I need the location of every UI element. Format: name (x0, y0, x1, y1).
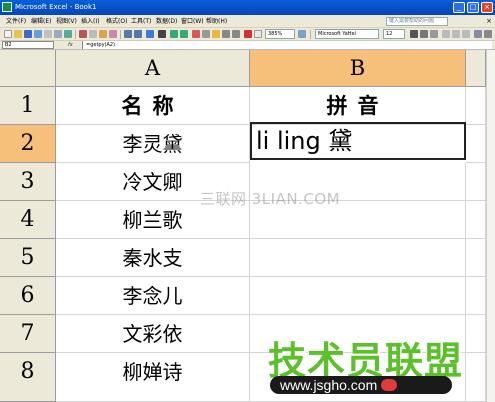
underline-icon[interactable] (430, 30, 438, 38)
row-header-2[interactable]: 2 (0, 125, 56, 163)
cut-icon[interactable] (79, 30, 87, 38)
paste-icon[interactable] (99, 30, 107, 38)
align-right-icon[interactable] (462, 30, 470, 38)
open-icon[interactable] (14, 30, 22, 38)
help-icon[interactable] (298, 30, 306, 38)
row-header-7[interactable]: 7 (0, 315, 56, 353)
menu-window[interactable]: 窗口(W) (181, 17, 204, 26)
spelling-icon[interactable] (64, 30, 72, 38)
title-bar: Microsoft Excel - Book1 _ □ × (0, 0, 495, 15)
cell-c1[interactable] (466, 87, 486, 125)
row-header-1[interactable]: 1 (0, 87, 56, 125)
vertical-scrollbar[interactable] (486, 50, 495, 402)
row-header-5[interactable]: 5 (0, 239, 56, 277)
research-icon[interactable] (212, 30, 220, 38)
watermark-3lian: 三联网 3LIAN.COM (200, 190, 341, 208)
cell-a8[interactable]: 柳婵诗 (56, 353, 250, 402)
insert-function-icon[interactable]: fx (68, 41, 73, 49)
hyperlink-icon[interactable] (146, 30, 154, 38)
undo-icon[interactable] (124, 30, 132, 38)
cell-b1[interactable]: 拼音 (250, 87, 466, 125)
bold-icon[interactable] (410, 30, 418, 38)
toolbar-separator (75, 30, 76, 39)
sort-ascending-icon[interactable] (170, 30, 178, 38)
chart-wizard-icon[interactable] (192, 30, 200, 38)
cell-b6[interactable] (250, 277, 466, 315)
column-header-c[interactable] (466, 50, 486, 87)
menu-format[interactable]: 格式(O) (106, 17, 127, 26)
window-title: Microsoft Excel - Book1 (15, 3, 97, 11)
align-left-icon[interactable] (442, 30, 450, 38)
font-size-select[interactable]: 12 (383, 29, 405, 39)
more-options-icon[interactable] (484, 30, 492, 38)
record-icon[interactable] (244, 30, 252, 38)
formula-bar: B2 fx =getpy(A2) (0, 41, 495, 50)
row-header-6[interactable]: 6 (0, 277, 56, 315)
save-icon[interactable] (24, 30, 32, 38)
watermark-url-text: www.jsgho.com (280, 377, 378, 393)
toolbar-separator (120, 30, 121, 39)
cell-a5[interactable]: 秦水支 (56, 239, 250, 277)
drawing-icon[interactable] (202, 30, 210, 38)
cell-c6[interactable] (466, 277, 486, 315)
menu-view[interactable]: 视图(V) (56, 17, 77, 26)
maximize-button[interactable]: □ (467, 2, 479, 13)
watermark-badge-icon (381, 379, 398, 391)
cell-a1[interactable]: 名称 (56, 87, 250, 125)
close-button[interactable]: × (481, 2, 493, 13)
row-header-4[interactable]: 4 (0, 201, 56, 239)
font-name-select[interactable]: Microsoft YaHei (315, 29, 379, 39)
redo-icon[interactable] (134, 30, 142, 38)
row-header-8[interactable]: 8 (0, 353, 56, 402)
menu-insert[interactable]: 插入(I) (81, 17, 99, 26)
menu-edit[interactable]: 编辑(E) (31, 17, 51, 26)
row-header-3[interactable]: 3 (0, 163, 56, 201)
cell-a2[interactable]: 李灵黛 (56, 125, 250, 163)
cell-c2[interactable] (466, 125, 486, 163)
watermark-jsgho-url: www.jsgho.com (270, 376, 452, 394)
merge-center-icon[interactable] (474, 30, 482, 38)
toolbar: 385% Microsoft YaHei 12 (0, 28, 495, 41)
cell-c7[interactable] (466, 315, 486, 353)
ltr-icon[interactable] (232, 30, 240, 38)
copy-icon[interactable] (89, 30, 97, 38)
cell-b5[interactable] (250, 239, 466, 277)
help-question-input[interactable]: 键入需要帮助的问题 (386, 17, 448, 26)
grid-icon[interactable] (254, 30, 262, 38)
minimize-button[interactable]: _ (453, 2, 465, 13)
permission-icon[interactable] (34, 30, 42, 38)
menu-tools[interactable]: 工具(T) (131, 17, 151, 26)
menu-help[interactable]: 帮助(H) (206, 17, 227, 26)
toolbar-separator (310, 30, 311, 39)
cell-b2-active[interactable]: li ling 黛 (250, 122, 466, 160)
cell-a6[interactable]: 李念儿 (56, 277, 250, 315)
workbook-close-icon[interactable]: × (486, 17, 492, 26)
new-icon[interactable] (4, 30, 12, 38)
print-preview-icon[interactable] (54, 30, 62, 38)
menu-data[interactable]: 数据(D) (156, 17, 177, 26)
excel-app-icon (2, 2, 12, 12)
rtl-icon[interactable] (222, 30, 230, 38)
format-painter-icon[interactable] (109, 30, 117, 38)
column-header-b[interactable]: B (250, 50, 466, 87)
print-icon[interactable] (44, 30, 52, 38)
name-box[interactable]: B2 (2, 41, 54, 49)
autosum-icon[interactable] (158, 30, 166, 38)
menu-bar: 文件(F) 编辑(E) 视图(V) 插入(I) 格式(O) 工具(T) 数据(D… (0, 15, 495, 28)
cell-c5[interactable] (466, 239, 486, 277)
menu-file[interactable]: 文件(F) (6, 17, 26, 26)
cell-c3[interactable] (466, 163, 486, 201)
column-header-a[interactable]: A (56, 50, 250, 87)
align-center-icon[interactable] (452, 30, 460, 38)
cell-c8[interactable] (466, 353, 486, 402)
zoom-select[interactable]: 385% (265, 29, 295, 39)
sort-descending-icon[interactable] (180, 30, 188, 38)
formula-input[interactable]: =getpy(A2) (82, 41, 492, 49)
select-all-corner[interactable] (0, 50, 56, 87)
cell-a7[interactable]: 文彩依 (56, 315, 250, 353)
italic-icon[interactable] (420, 30, 428, 38)
cell-c4[interactable] (466, 201, 486, 239)
